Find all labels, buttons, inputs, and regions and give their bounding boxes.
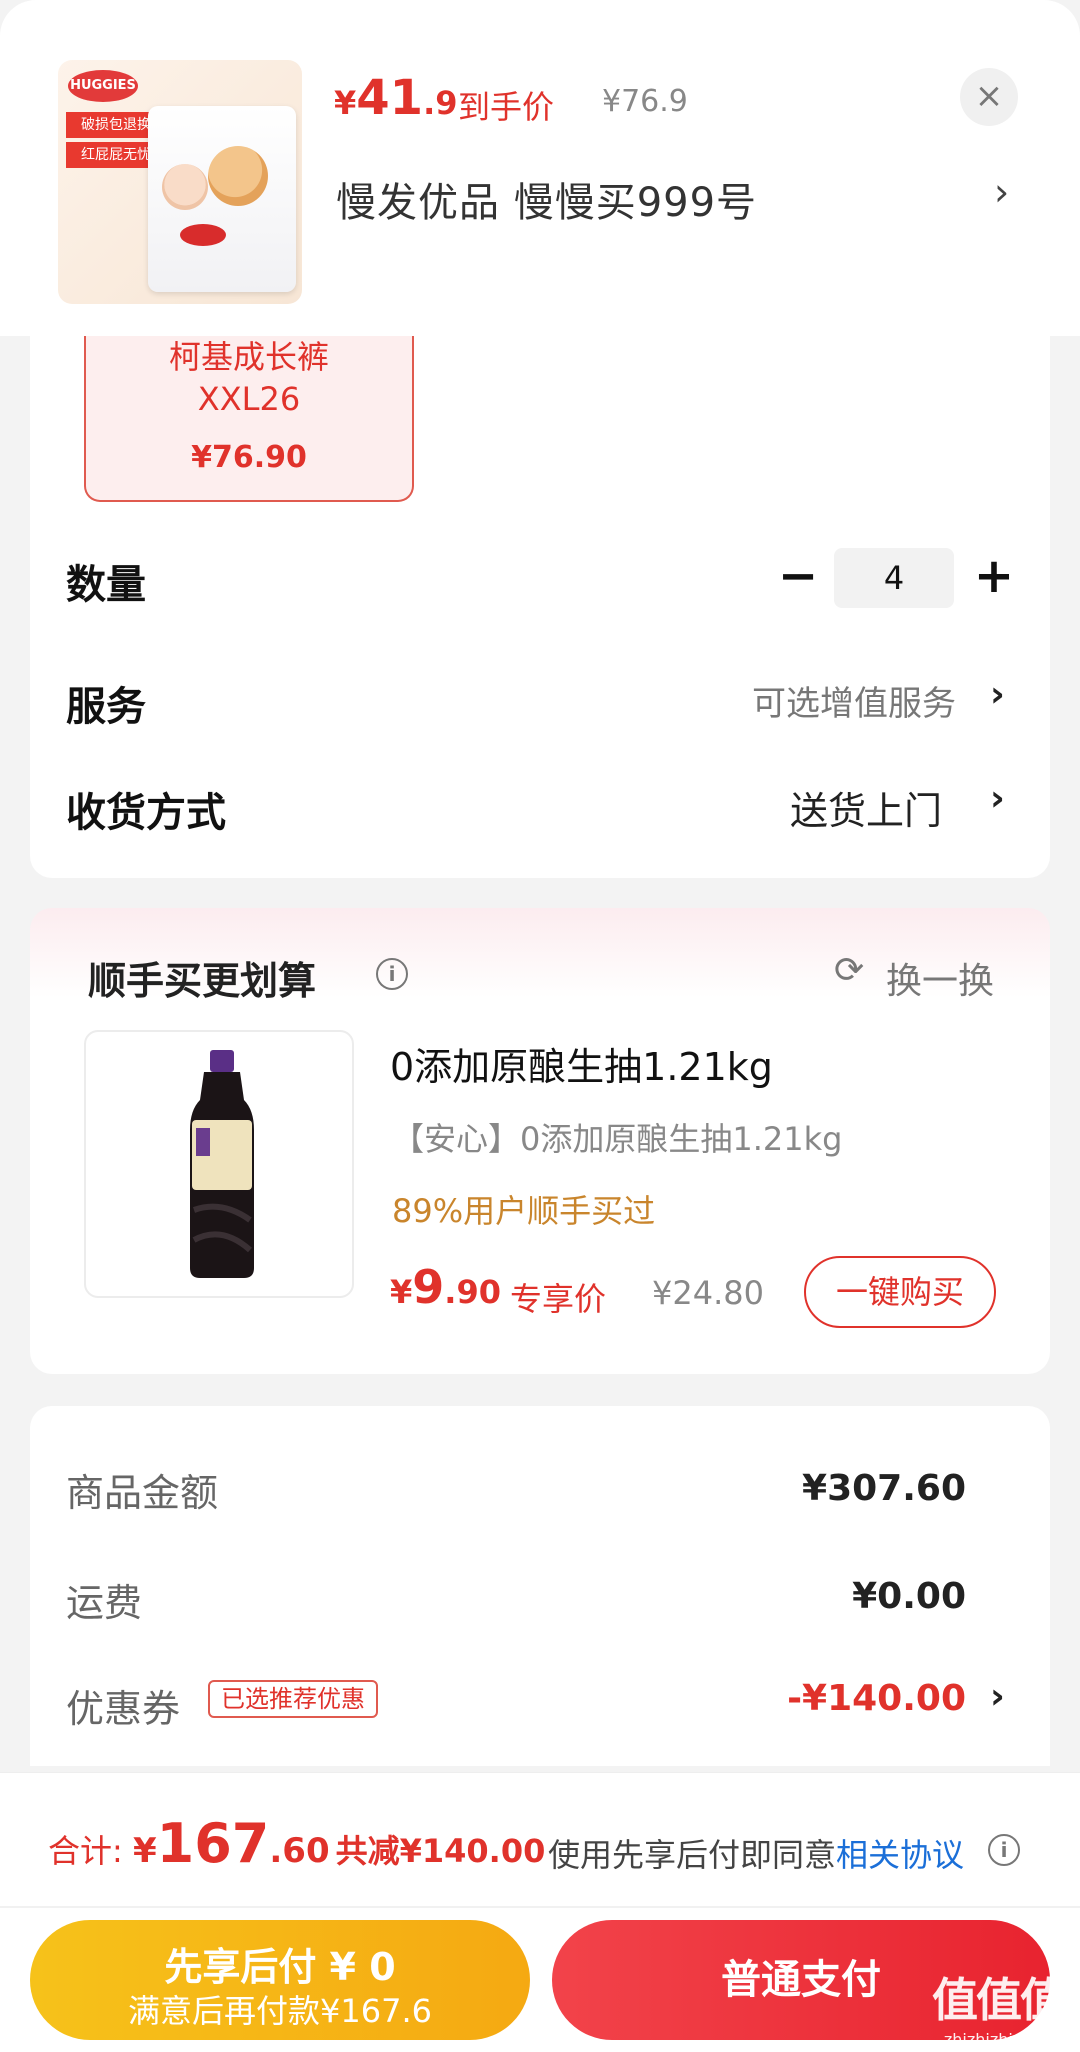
delivery-label: 收货方式 bbox=[66, 790, 226, 836]
corgi-image bbox=[208, 146, 268, 206]
chevron-right-icon[interactable]: › bbox=[990, 674, 1005, 715]
pack-logo bbox=[180, 224, 226, 246]
watermark: 值值值 zhizhizhi.com bbox=[928, 1964, 1068, 2050]
product-thumbnail: HUGGIES 破损包退换 红屁屁无忧 bbox=[58, 60, 302, 304]
price-integer: 41 bbox=[356, 70, 424, 126]
goods-amount-value: ¥307.60 bbox=[802, 1468, 966, 1509]
upsell-title: 顺手买更划算 bbox=[88, 959, 317, 1003]
watermark-logo: 值值值 bbox=[932, 1973, 1066, 2027]
agreement-prefix: 使用先享后付即同意 bbox=[548, 1836, 837, 1874]
sku-size: XXL26 bbox=[197, 380, 301, 418]
coupon-discount-value[interactable]: -¥140.00 bbox=[706, 1678, 966, 1719]
shop-name[interactable]: 慢发优品 慢慢买999号 bbox=[336, 170, 757, 228]
delivery-value[interactable]: 送货上门 bbox=[790, 780, 942, 835]
total-currency: ¥ bbox=[132, 1831, 157, 1871]
upsell-product-title[interactable]: 0添加原酿生抽1.21kg bbox=[390, 1036, 773, 1091]
pay-later-button[interactable]: 先享后付 ¥ 0 满意后再付款¥167.6 bbox=[30, 1920, 530, 2040]
divider bbox=[0, 1906, 1080, 1908]
info-icon[interactable]: i bbox=[376, 958, 408, 990]
coupon-label: 优惠券 bbox=[66, 1687, 181, 1731]
service-label: 服务 bbox=[66, 684, 146, 730]
sku-name: 柯基成长裤 bbox=[168, 338, 329, 376]
total-label: 合计: bbox=[48, 1832, 133, 1870]
upsell-original-price: ¥24.80 bbox=[652, 1274, 764, 1312]
upsell-price-decimal: .90 bbox=[444, 1273, 501, 1311]
coupon-badge: 已选推荐优惠 bbox=[208, 1680, 378, 1718]
total-saved: 共减¥140.00 bbox=[335, 1832, 546, 1870]
pay-later-subtitle: 满意后再付款¥167.6 bbox=[128, 1992, 432, 2030]
soy-sauce-bottle-icon bbox=[190, 1050, 254, 1278]
final-price-label: 到手价 bbox=[458, 88, 555, 126]
upsell-purchase-stat: 89%用户顺手买过 bbox=[392, 1192, 656, 1230]
upsell-price-currency: ¥ bbox=[390, 1273, 413, 1311]
upsell-product-subtitle: 【安心】0添加原酿生抽1.21kg bbox=[392, 1120, 843, 1158]
chevron-right-icon[interactable]: › bbox=[994, 170, 1009, 214]
one-click-buy-button[interactable]: 一键购买 bbox=[804, 1256, 996, 1328]
quantity-input[interactable]: 4 bbox=[834, 548, 954, 608]
original-price: ¥76.9 bbox=[602, 84, 688, 119]
refresh-icon[interactable]: ⟳ bbox=[834, 950, 864, 991]
refresh-button[interactable]: 换一换 bbox=[886, 952, 994, 1004]
info-icon[interactable]: i bbox=[988, 1834, 1020, 1866]
pay-later-title: 先享后付 ¥ 0 bbox=[164, 1945, 396, 1989]
goods-amount-label: 商品金额 bbox=[66, 1471, 219, 1515]
shipping-label: 运费 bbox=[66, 1581, 143, 1625]
quantity-increase-button[interactable]: + bbox=[972, 550, 1016, 608]
chevron-right-icon[interactable]: › bbox=[990, 778, 1005, 819]
upsell-price-tag: 专享价 bbox=[510, 1280, 607, 1318]
close-icon[interactable]: × bbox=[960, 68, 1018, 126]
soy-sauce-product-image[interactable] bbox=[84, 1030, 354, 1298]
agreement-link[interactable]: 相关协议 bbox=[836, 1836, 964, 1874]
total-integer: 167 bbox=[156, 1812, 270, 1875]
watermark-url: zhizhizhi.com bbox=[943, 2030, 1053, 2049]
diaper-pack-image bbox=[148, 106, 296, 292]
total-decimal: .60 bbox=[269, 1831, 330, 1871]
baby-image bbox=[162, 164, 208, 210]
shipping-value: ¥0.00 bbox=[852, 1576, 966, 1617]
total-amount: 合计: ¥167.60 共减¥140.00 bbox=[48, 1812, 545, 1875]
upsell-price-integer: 9 bbox=[412, 1260, 445, 1314]
agreement-text: 使用先享后付即同意相关协议 bbox=[548, 1830, 964, 1876]
price-decimal: .9 bbox=[423, 84, 458, 122]
huggies-logo: HUGGIES bbox=[68, 70, 138, 102]
chevron-right-icon[interactable]: › bbox=[990, 1676, 1005, 1717]
quantity-label: 数量 bbox=[66, 562, 146, 608]
price-currency: ¥ bbox=[334, 84, 357, 122]
service-value[interactable]: 可选增值服务 bbox=[752, 676, 956, 725]
final-price: ¥41.9 bbox=[334, 70, 457, 126]
sku-option-selected[interactable]: 柯基成长裤 XXL26 ¥76.90 bbox=[84, 336, 414, 502]
upsell-price: ¥9.90 bbox=[390, 1260, 501, 1314]
sku-price: ¥76.90 bbox=[191, 440, 307, 475]
quantity-decrease-button[interactable]: − bbox=[778, 550, 818, 608]
